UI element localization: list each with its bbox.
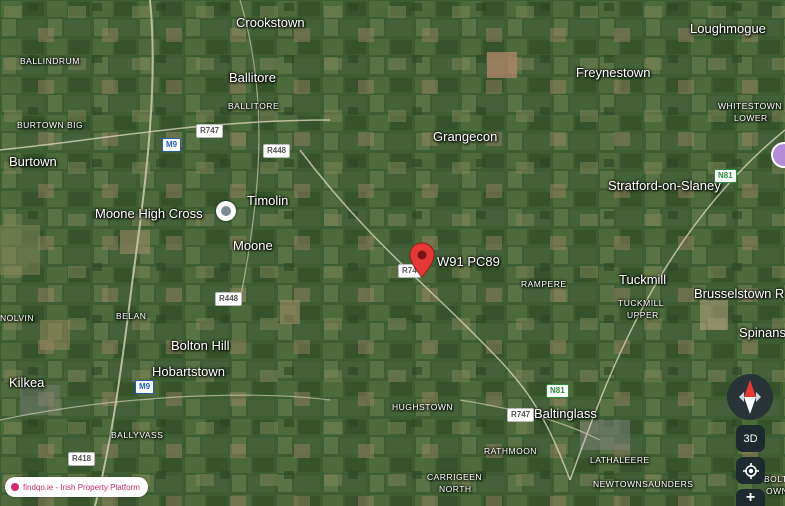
place-baltinglass: Baltinglass xyxy=(534,406,597,421)
place-tuckmill-upper-line1: TUCKMILL xyxy=(618,298,665,308)
place-whitestown-lower-line2: LOWER xyxy=(734,113,768,123)
road-shield-n81-right: N81 xyxy=(714,169,737,183)
road-shield-m9-top: M9 xyxy=(162,138,182,152)
place-lathaleere: LATHALEERE xyxy=(590,455,650,465)
compass-button[interactable] xyxy=(727,374,773,420)
place-ballitore: Ballitore xyxy=(229,70,276,85)
place-whitestown-lower-line1: WHITESTOWN xyxy=(718,101,782,111)
place-timolin: Timolin xyxy=(247,193,289,208)
attribution-badge[interactable]: findqo.ie - Irish Property Platform xyxy=(5,477,148,497)
road-shield-r448-mid: R448 xyxy=(215,292,243,306)
3d-toggle-button[interactable]: 3D xyxy=(736,425,765,452)
place-spinans: Spinans xyxy=(739,325,785,340)
road-shield-r418: R418 xyxy=(68,452,96,466)
place-loughmogue: Loughmogue xyxy=(690,21,766,36)
findqo-logo-icon xyxy=(11,483,19,491)
place-nolvin: NOLVIN xyxy=(0,313,35,323)
zoom-in-button[interactable]: + xyxy=(736,489,765,506)
location-pin-icon[interactable] xyxy=(409,242,435,278)
place-brusselstown: Brusselstown R xyxy=(694,286,785,301)
place-newtownsaunders: NEWTOWNSAUNDERS xyxy=(593,479,694,489)
landmark-label[interactable]: Moone High Cross xyxy=(95,206,203,221)
place-tuckmill: Tuckmill xyxy=(619,272,667,287)
place-kilkea: Kilkea xyxy=(9,375,45,390)
place-bolton-hill: Bolton Hill xyxy=(171,338,230,353)
place-rampere: RAMPERE xyxy=(521,279,567,289)
place-burtown-big: BURTOWN BIG xyxy=(17,120,84,130)
location-pin-label: W91 PC89 xyxy=(437,254,500,269)
road-shield-n81-bottom: N81 xyxy=(546,384,569,398)
landmark-icon[interactable] xyxy=(216,201,236,221)
compass-icon xyxy=(739,380,761,414)
place-bolts-line1: BOLTS xyxy=(764,474,785,484)
place-ballyvass: BALLYVASS xyxy=(111,430,164,440)
road-shield-r448-top: R448 xyxy=(263,144,291,158)
place-freynestown: Freynestown xyxy=(576,65,651,80)
place-burtown: Burtown xyxy=(9,154,57,169)
place-moone: Moone xyxy=(233,238,273,253)
road-shield-r747-bottom: R747 xyxy=(507,408,535,422)
place-rathmoon: RATHMOON xyxy=(484,446,537,456)
place-ballindrum: BALLINDRUM xyxy=(20,56,80,66)
my-location-button[interactable] xyxy=(736,457,765,484)
place-tuckmill-upper-line2: UPPER xyxy=(627,310,659,320)
place-hughstown: HUGHSTOWN xyxy=(392,402,454,412)
place-crookstown: Crookstown xyxy=(236,15,305,30)
place-bolts-line2: OWN xyxy=(766,486,785,496)
satellite-map[interactable]: Crookstown Loughmogue BALLINDRUM Ballito… xyxy=(0,0,785,506)
place-hobartstown: Hobartstown xyxy=(152,364,225,379)
place-carrigeen-north-line1: CARRIGEEN xyxy=(427,472,483,482)
road-shield-r747-top: R747 xyxy=(196,124,224,138)
place-ballitore-local: BALLITORE xyxy=(228,101,280,111)
place-belan: BELAN xyxy=(116,311,147,321)
place-stratford-on-slaney: Stratford-on-Slaney xyxy=(608,178,721,193)
place-grangecon: Grangecon xyxy=(433,129,498,144)
road-shield-m9-bottom: M9 xyxy=(135,380,155,394)
attribution-text: findqo.ie - Irish Property Platform xyxy=(23,482,140,492)
place-carrigeen-north-line2: NORTH xyxy=(439,484,472,494)
crosshair-icon xyxy=(742,462,759,479)
